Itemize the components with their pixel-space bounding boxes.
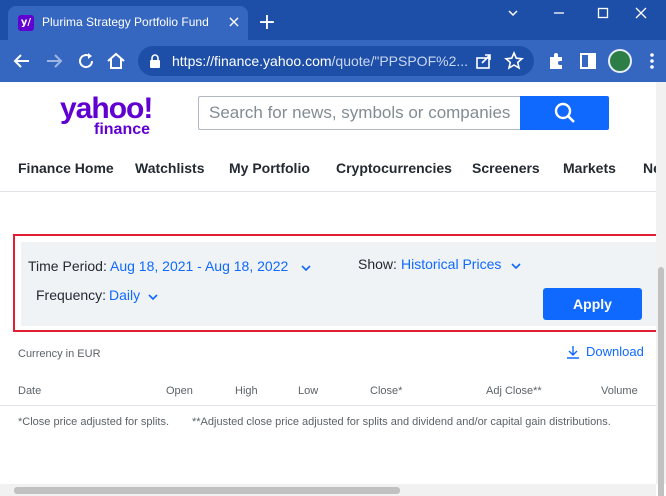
maximize-button[interactable] <box>588 4 618 24</box>
nav-cryptocurrencies[interactable]: Cryptocurrencies <box>336 160 452 176</box>
tab-close-icon[interactable]: × <box>226 14 242 30</box>
minimize-button[interactable] <box>544 4 574 24</box>
logo-finance: finance <box>94 121 151 138</box>
chevron-down-icon[interactable] <box>148 294 158 300</box>
table-header: Date Open High Low Close* Adj Close** Vo… <box>0 378 656 406</box>
sidepanel-icon[interactable] <box>576 49 600 73</box>
vertical-scrollbar-thumb[interactable] <box>658 267 664 496</box>
nav-markets[interactable]: Markets <box>563 160 616 176</box>
tab-search-icon[interactable] <box>498 4 528 24</box>
show-dropdown[interactable]: Historical Prices <box>401 256 501 272</box>
page-content: yahoo! finance Finance Home Watchlists M… <box>0 82 656 484</box>
star-icon[interactable] <box>502 49 526 73</box>
forward-icon[interactable] <box>42 49 66 73</box>
logo-yahoo: yahoo! <box>60 92 153 125</box>
chevron-down-icon[interactable] <box>511 263 521 269</box>
search-button[interactable] <box>520 96 609 130</box>
menu-icon[interactable] <box>640 49 664 73</box>
browser-tab-bar: y/ Plurima Strategy Portfolio Fund ( × + <box>0 0 666 40</box>
reload-icon[interactable] <box>74 49 98 73</box>
finance-nav: Finance Home Watchlists My Portfolio Cry… <box>0 144 656 192</box>
col-adj-close: Adj Close** <box>486 385 542 397</box>
col-high: High <box>235 385 258 397</box>
note-adjusted-close: **Adjusted close price adjusted for spli… <box>192 416 611 428</box>
col-low: Low <box>298 385 319 397</box>
back-icon[interactable] <box>10 49 34 73</box>
url-host: https://finance.yahoo.com <box>172 53 332 69</box>
extensions-icon[interactable] <box>544 49 568 73</box>
nav-finance-home[interactable]: Finance Home <box>18 160 114 176</box>
yahoo-finance-logo[interactable]: yahoo! finance <box>60 94 160 138</box>
browser-toolbar: https://finance.yahoo.com/quote/"PPSPOF%… <box>0 40 666 82</box>
share-icon[interactable] <box>472 49 496 73</box>
frequency-label: Frequency: <box>36 287 107 303</box>
col-volume: Volume <box>601 385 638 397</box>
filter-panel-body: Time Period: Aug 18, 2021 - Aug 18, 2022… <box>21 242 656 326</box>
address-bar[interactable]: https://finance.yahoo.com/quote/"PPSPOF%… <box>138 46 534 76</box>
nav-screeners[interactable]: Screeners <box>472 160 540 176</box>
url-path: /quote/"PPSPOF%2... <box>331 53 469 69</box>
currency-label: Currency in EUR <box>18 348 101 360</box>
browser-tab[interactable]: y/ Plurima Strategy Portfolio Fund ( × <box>8 6 248 40</box>
note-close-price: *Close price adjusted for splits. <box>18 416 170 428</box>
search-icon <box>554 102 575 123</box>
time-period-label: Time Period: <box>28 258 107 274</box>
col-close: Close* <box>370 385 403 397</box>
historical-filter-panel: Time Period: Aug 18, 2021 - Aug 18, 2022… <box>13 234 656 332</box>
nav-my-portfolio[interactable]: My Portfolio <box>229 160 310 176</box>
vertical-scrollbar[interactable] <box>656 82 666 496</box>
frequency-dropdown[interactable]: Daily <box>109 287 140 303</box>
horizontal-scrollbar-thumb[interactable] <box>14 487 400 494</box>
horizontal-scrollbar[interactable] <box>0 484 656 496</box>
download-icon <box>567 346 579 359</box>
url-text: https://finance.yahoo.com/quote/"PPSPOF%… <box>172 53 472 69</box>
lock-icon[interactable] <box>148 53 162 69</box>
apply-button[interactable]: Apply <box>543 288 642 320</box>
nav-news[interactable]: Ne <box>643 160 656 176</box>
yahoo-favicon-icon: y/ <box>18 15 34 31</box>
home-icon[interactable] <box>104 49 128 73</box>
col-open: Open <box>166 385 193 397</box>
tab-title: Plurima Strategy Portfolio Fund ( <box>42 15 210 29</box>
download-label: Download <box>586 344 644 359</box>
show-label: Show: <box>358 256 397 272</box>
chevron-down-icon[interactable] <box>301 265 311 271</box>
time-period-dropdown[interactable]: Aug 18, 2021 - Aug 18, 2022 <box>110 258 288 274</box>
col-date: Date <box>18 385 42 397</box>
nav-watchlists[interactable]: Watchlists <box>135 160 205 176</box>
profile-avatar[interactable] <box>608 49 632 73</box>
new-tab-button[interactable]: + <box>256 12 278 34</box>
close-window-button[interactable] <box>626 4 656 24</box>
search-input[interactable] <box>198 96 520 130</box>
